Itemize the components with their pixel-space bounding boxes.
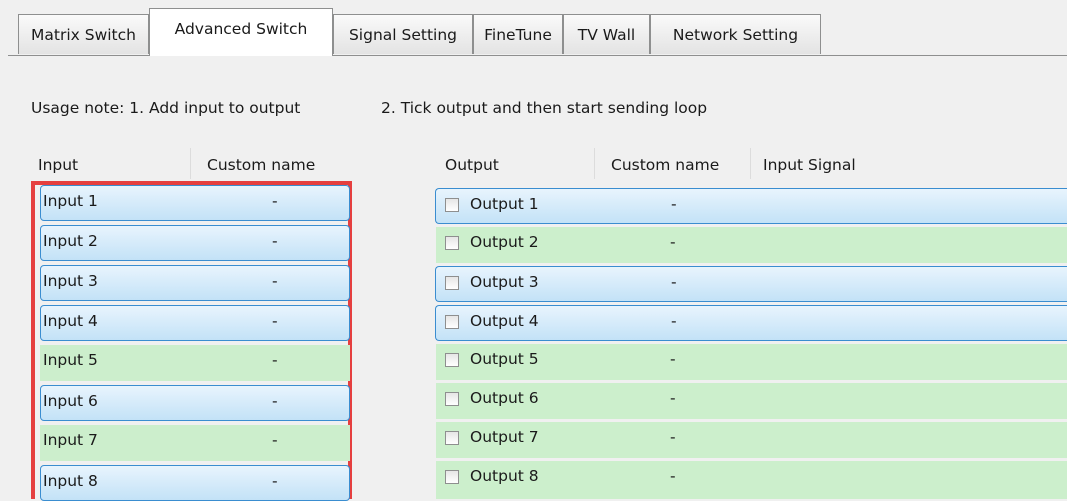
output-row-6[interactable]: Output 6 -: [436, 383, 1067, 419]
input-row-8[interactable]: Input 8 -: [40, 465, 350, 501]
input-header-divider: [190, 148, 191, 179]
output-table-header: Output Custom name Input Signal: [435, 148, 1067, 181]
output-custom-name: -: [670, 428, 676, 446]
output-row-4[interactable]: Output 4 -: [435, 305, 1067, 341]
output-custom-name: -: [671, 195, 677, 213]
output-checkbox[interactable]: [445, 392, 459, 406]
input-row-4[interactable]: Input 4 -: [40, 305, 350, 341]
output-label: Output 2: [470, 233, 539, 251]
input-label: Input 5: [43, 351, 98, 369]
tab-advanced-switch[interactable]: Advanced Switch: [149, 8, 333, 56]
input-row-2[interactable]: Input 2 -: [40, 225, 350, 261]
usage-note: Usage note: 1. Add input to output 2. Ti…: [31, 99, 707, 117]
output-label: Output 7: [470, 428, 539, 446]
input-label: Input 6: [43, 392, 98, 410]
output-custom-name: -: [670, 350, 676, 368]
output-label: Output 6: [470, 389, 539, 407]
tab-signal-setting[interactable]: Signal Setting: [333, 14, 473, 54]
input-custom-name: -: [272, 431, 278, 449]
input-label: Input 8: [43, 472, 98, 490]
input-label: Input 2: [43, 232, 98, 250]
input-table-header: Input Custom name: [31, 148, 361, 181]
output-checkbox[interactable]: [445, 276, 459, 290]
output-checkbox[interactable]: [445, 315, 459, 329]
tab-network-setting[interactable]: Network Setting: [650, 14, 821, 54]
tab-tv-wall[interactable]: TV Wall: [563, 14, 650, 54]
output-custom-name: -: [671, 312, 677, 330]
tab-finetune[interactable]: FineTune: [473, 14, 563, 54]
input-row-7[interactable]: Input 7 -: [40, 425, 350, 461]
input-label: Input 1: [43, 192, 98, 210]
input-custom-name: -: [272, 351, 278, 369]
output-custom-name: -: [670, 389, 676, 407]
usage-note-part1: Usage note: 1. Add input to output: [31, 99, 301, 117]
output-checkbox[interactable]: [445, 236, 459, 250]
output-label: Output 5: [470, 350, 539, 368]
input-custom-name: -: [272, 392, 278, 410]
input-list: Input 1 - Input 2 - Input 3 - Input 4 - …: [31, 181, 352, 501]
output-checkbox[interactable]: [445, 431, 459, 445]
output-label: Output 4: [470, 312, 539, 330]
output-row-1[interactable]: Output 1 -: [435, 188, 1067, 224]
output-checkbox[interactable]: [445, 470, 459, 484]
input-custom-name: -: [272, 232, 278, 250]
output-col-header: Output: [445, 156, 499, 174]
input-custom-name: -: [272, 472, 278, 490]
tab-bar: Matrix Switch Advanced Switch Signal Set…: [0, 0, 1067, 56]
output-row-2[interactable]: Output 2 -: [436, 227, 1067, 263]
input-label: Input 4: [43, 312, 98, 330]
input-label: Input 3: [43, 272, 98, 290]
input-row-5[interactable]: Input 5 -: [40, 345, 350, 381]
output-custom-name: -: [670, 467, 676, 485]
usage-note-part2: 2. Tick output and then start sending lo…: [381, 99, 708, 117]
output-label: Output 1: [470, 195, 539, 213]
input-row-1[interactable]: Input 1 -: [40, 185, 350, 221]
input-label: Input 7: [43, 431, 98, 449]
output-row-5[interactable]: Output 5 -: [436, 344, 1067, 380]
output-custom-name-header: Custom name: [611, 156, 720, 174]
input-custom-name-header: Custom name: [207, 156, 316, 174]
output-row-3[interactable]: Output 3 -: [435, 266, 1067, 302]
input-custom-name: -: [272, 272, 278, 290]
output-custom-name: -: [670, 233, 676, 251]
input-custom-name: -: [272, 192, 278, 210]
output-row-8[interactable]: Output 8 -: [436, 461, 1067, 499]
output-row-7[interactable]: Output 7 -: [436, 422, 1067, 458]
output-checkbox[interactable]: [445, 353, 459, 367]
output-custom-name: -: [671, 273, 677, 291]
tab-matrix-switch[interactable]: Matrix Switch: [18, 14, 149, 54]
input-row-6[interactable]: Input 6 -: [40, 385, 350, 421]
input-row-3[interactable]: Input 3 -: [40, 265, 350, 301]
output-header-divider-1: [594, 148, 595, 179]
output-header-divider-2: [750, 148, 751, 179]
output-checkbox[interactable]: [445, 198, 459, 212]
output-label: Output 8: [470, 467, 539, 485]
output-label: Output 3: [470, 273, 539, 291]
input-col-header: Input: [38, 156, 79, 174]
input-custom-name: -: [272, 312, 278, 330]
input-signal-header: Input Signal: [763, 156, 856, 174]
